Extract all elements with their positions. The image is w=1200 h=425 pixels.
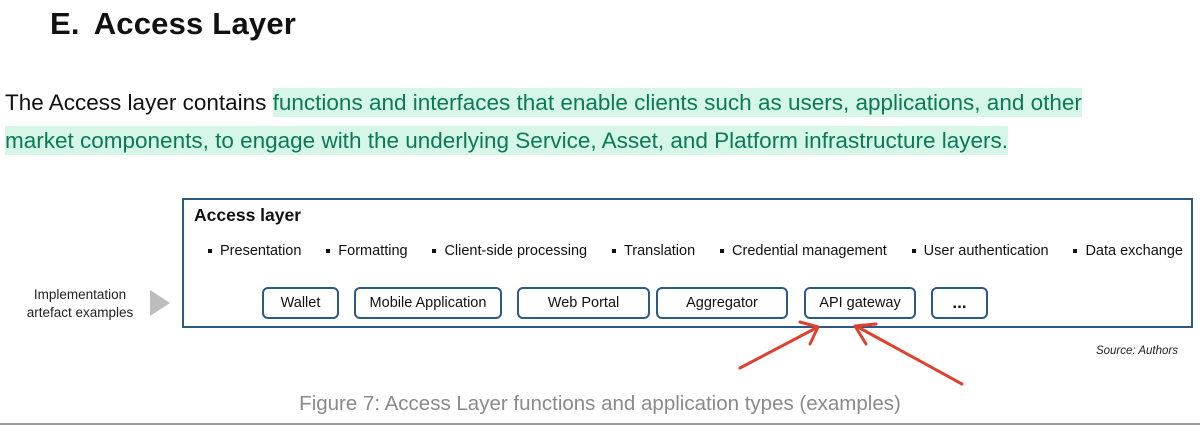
figure-source: Source: Authors (1095, 345, 1178, 357)
annotation-arrows (738, 320, 964, 386)
figure-caption: Figure 7: Access Layer functions and app… (299, 392, 901, 415)
annotation-arrow-left (738, 326, 818, 370)
annotation-arrow-right (854, 324, 964, 386)
